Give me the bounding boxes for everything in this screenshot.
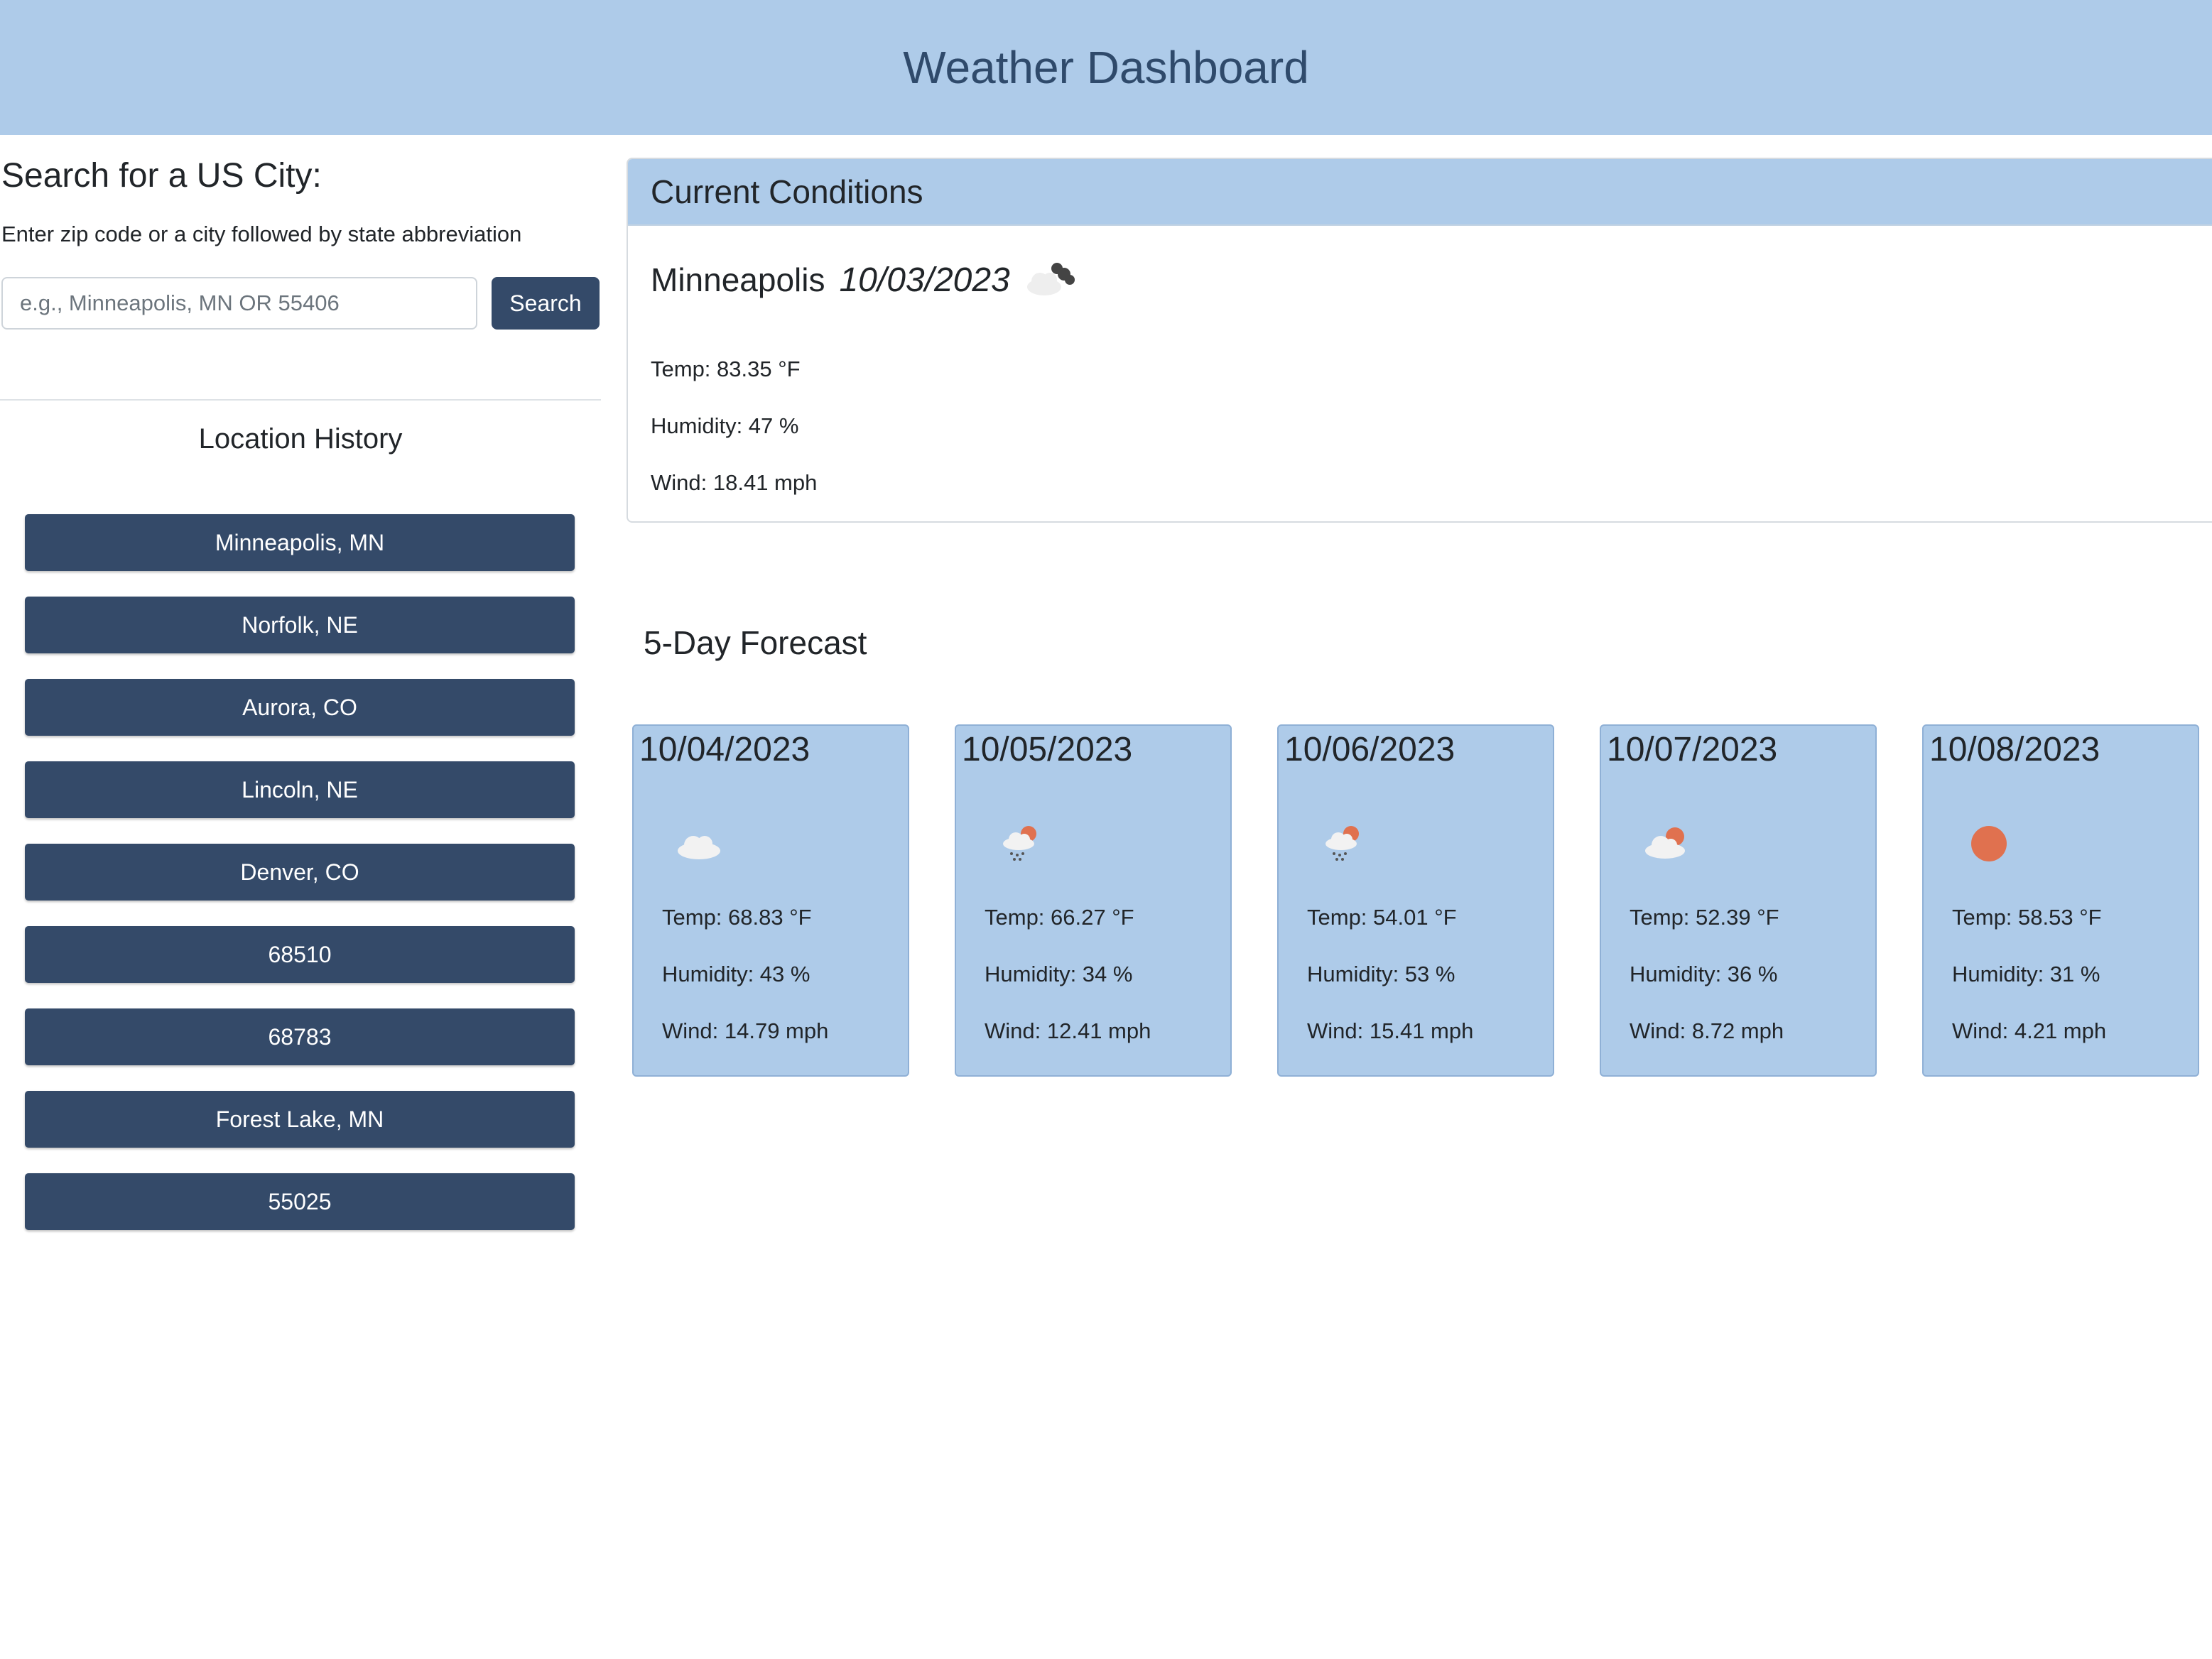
history-item-button[interactable]: 68783	[25, 1008, 575, 1065]
forecast-humidity: Humidity: 36 %	[1630, 962, 1778, 986]
current-title-row: Minneapolis 10/03/2023	[651, 259, 1077, 301]
forecast-title: 5-Day Forecast	[644, 624, 867, 661]
current-humidity: Humidity: 47 %	[651, 413, 799, 438]
history-item-button[interactable]: 68510	[25, 926, 575, 983]
forecast-date: 10/05/2023	[962, 731, 1133, 768]
history-item-button[interactable]: Minneapolis, MN	[25, 514, 575, 571]
cloud-sun-icon	[1645, 827, 1685, 859]
forecast-temp: Temp: 66.27 °F	[985, 905, 1134, 930]
forecast-humidity: Humidity: 53 %	[1307, 962, 1455, 986]
current-city: Minneapolis	[651, 261, 825, 298]
forecast-date: 10/07/2023	[1607, 731, 1778, 768]
forecast-card: 10/06/2023 Temp: 54.01 °F Humidity: 53 %…	[1277, 724, 1554, 1077]
sun-icon	[1971, 826, 2007, 861]
history-item-button[interactable]: 55025	[25, 1173, 575, 1230]
forecast-temp: Temp: 58.53 °F	[1952, 905, 2102, 930]
forecast-card: 10/05/2023 Temp: 66.27 °F Humidity: 34 %…	[955, 724, 1232, 1077]
history-item-button[interactable]: Lincoln, NE	[25, 761, 575, 818]
city-search-input[interactable]	[1, 277, 477, 330]
rain-sun-icon	[1325, 826, 1359, 861]
location-history-list: Minneapolis, MN Norfolk, NE Aurora, CO L…	[25, 514, 575, 1256]
forecast-date: 10/06/2023	[1284, 731, 1455, 768]
current-temp: Temp: 83.35 °F	[651, 357, 801, 381]
forecast-humidity: Humidity: 31 %	[1952, 962, 2100, 986]
forecast-humidity: Humidity: 43 %	[662, 962, 810, 986]
current-conditions-heading: Current Conditions	[651, 173, 923, 210]
search-title: Search for a US City:	[1, 157, 322, 195]
history-item-button[interactable]: Forest Lake, MN	[25, 1091, 575, 1148]
cloud-icon	[678, 836, 720, 859]
current-wind: Wind: 18.41 mph	[651, 470, 818, 495]
forecast-temp: Temp: 52.39 °F	[1630, 905, 1779, 930]
current-conditions-header: Current Conditions	[628, 159, 2212, 226]
broken-clouds-icon	[1026, 263, 1075, 295]
current-date: 10/03/2023	[839, 261, 1010, 299]
history-item-button[interactable]: Denver, CO	[25, 844, 575, 901]
forecast-wind: Wind: 14.79 mph	[662, 1018, 829, 1043]
location-history-title: Location History	[198, 423, 403, 455]
history-item-button[interactable]: Aurora, CO	[25, 679, 575, 736]
forecast-card: 10/07/2023 Temp: 52.39 °F Humidity: 36 %…	[1600, 724, 1877, 1077]
forecast-wind: Wind: 15.41 mph	[1307, 1018, 1474, 1043]
sidebar-divider	[0, 399, 601, 401]
current-conditions-card: Current Conditions Minneapolis 10/03/202…	[627, 158, 2212, 523]
forecast-date: 10/08/2023	[1929, 731, 2100, 768]
forecast-temp: Temp: 54.01 °F	[1307, 905, 1457, 930]
forecast-wind: Wind: 8.72 mph	[1630, 1018, 1784, 1043]
page-header: Weather Dashboard	[0, 0, 2212, 135]
forecast-card: 10/04/2023 Temp: 68.83 °F Humidity: 43 %…	[632, 724, 909, 1077]
search-button[interactable]: Search	[492, 277, 600, 330]
forecast-wind: Wind: 4.21 mph	[1952, 1018, 2107, 1043]
forecast-card: 10/08/2023 Temp: 58.53 °F Humidity: 31 %…	[1922, 724, 2199, 1077]
search-hint: Enter zip code or a city followed by sta…	[1, 222, 522, 246]
rain-sun-icon	[1003, 826, 1036, 861]
forecast-humidity: Humidity: 34 %	[985, 962, 1133, 986]
forecast-date: 10/04/2023	[639, 731, 810, 768]
history-item-button[interactable]: Norfolk, NE	[25, 597, 575, 653]
forecast-temp: Temp: 68.83 °F	[662, 905, 812, 930]
forecast-wind: Wind: 12.41 mph	[985, 1018, 1151, 1043]
page-title: Weather Dashboard	[903, 42, 1309, 93]
